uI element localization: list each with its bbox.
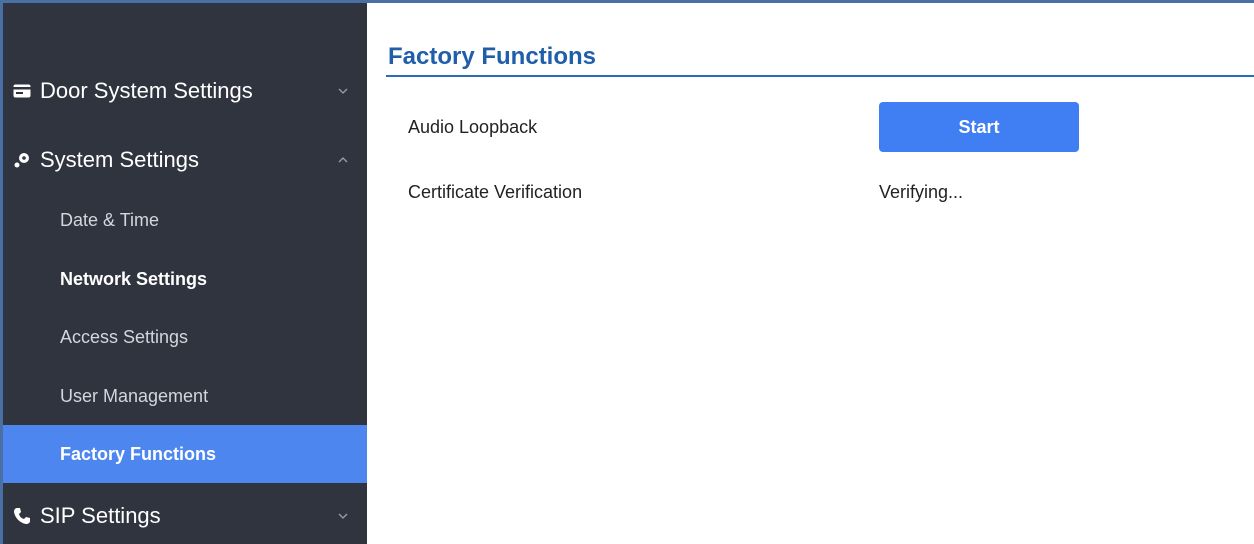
sidebar: Door System Settings System Settings Dat… — [3, 3, 367, 544]
sidebar-group-system-settings[interactable]: System Settings — [3, 131, 367, 189]
sidebar-item-access-settings[interactable]: Access Settings — [3, 308, 367, 366]
start-button[interactable]: Start — [879, 102, 1079, 152]
sidebar-item-date-time[interactable]: Date & Time — [3, 191, 367, 249]
sidebar-group-label: Door System Settings — [40, 78, 253, 103]
sidebar-group-label: System Settings — [40, 147, 199, 172]
certificate-verification-status: Verifying... — [879, 182, 964, 202]
sidebar-group-door-system-settings[interactable]: Door System Settings — [3, 62, 367, 120]
sidebar-item-label: Access Settings — [60, 326, 189, 347]
chevron-down-icon — [337, 510, 349, 522]
chevron-up-icon — [337, 154, 349, 166]
phone-icon — [11, 505, 33, 527]
sidebar-group-label: SIP Settings — [40, 503, 161, 528]
key-icon — [11, 149, 33, 171]
page-title: Factory Functions — [388, 43, 597, 70]
sidebar-item-factory-functions[interactable]: Factory Functions — [3, 425, 367, 483]
chevron-down-icon — [337, 85, 349, 97]
audio-loopback-label: Audio Loopback — [408, 117, 538, 137]
sidebar-item-label: Factory Functions — [60, 443, 217, 464]
certificate-verification-label: Certificate Verification — [408, 182, 583, 202]
sidebar-item-label: Network Settings — [60, 268, 208, 289]
sidebar-item-label: User Management — [60, 385, 209, 406]
main-panel: Factory Functions Audio Loopback Start C… — [367, 3, 1254, 544]
sidebar-item-network-settings[interactable]: Network Settings — [3, 250, 367, 308]
sidebar-item-label: Date & Time — [60, 209, 160, 230]
card-icon — [11, 80, 33, 102]
sidebar-group-sip-settings[interactable]: SIP Settings — [3, 487, 367, 544]
title-divider — [386, 75, 1254, 77]
sidebar-item-user-management[interactable]: User Management — [3, 367, 367, 425]
